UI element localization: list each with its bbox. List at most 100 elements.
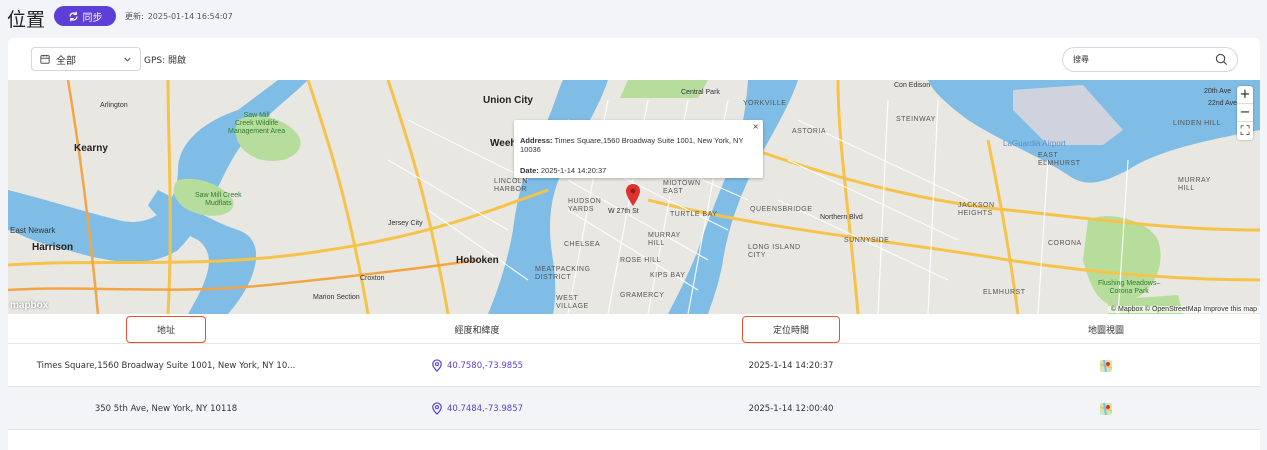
map-label-steinway: STEINWAY	[896, 116, 936, 123]
calendar-icon	[40, 54, 50, 64]
row-address: Times Square,1560 Broadway Suite 1001, N…	[36, 360, 296, 371]
map-label-croxton: Croxton	[360, 275, 385, 282]
map-label-hoboken: Hoboken	[456, 255, 499, 266]
map-label-linden-hill: LINDEN HILL	[1173, 120, 1221, 127]
gps-status: GPS: 開啟	[144, 56, 187, 66]
row-map-view	[952, 344, 1260, 387]
map-label-jersey-city: Jersey City	[388, 220, 423, 227]
row-coords: 40.7484,-73.9857	[324, 387, 630, 430]
map-label-central-park: Central Park	[681, 89, 720, 96]
map-label-lincoln-harbor: LINCOLN HARBOR	[494, 178, 528, 194]
map-label-flushing-meadows: Flushing Meadows– Corona Park	[1098, 280, 1161, 296]
location-card: 全部 GPS: 開啟 搜尋 Union City Kearny Harrison…	[8, 38, 1260, 450]
location-marker-icon	[432, 402, 442, 415]
map-label-hudson-yards: HUDSON YARDS	[568, 198, 602, 214]
popup-address-label: Address:	[520, 136, 553, 145]
map-label-kearny: Kearny	[74, 143, 108, 154]
location-pin-icon[interactable]	[626, 184, 640, 206]
sync-button[interactable]: 同步	[54, 6, 116, 26]
map-label-east-elmhurst: EAST ELMHURST	[1038, 152, 1081, 168]
column-header-map-view: 地圖視圖	[1087, 325, 1124, 336]
map-label-corona: CORONA	[1048, 240, 1082, 247]
column-header-time-label: 定位時間	[741, 315, 840, 343]
location-table: 地址 經度和緯度 定位時間 地圖視圖 Times Square,1560 Bro…	[8, 314, 1260, 430]
map-label-w-27th: W 27th St	[608, 208, 639, 215]
map-label-weeh: Weeh	[490, 138, 517, 149]
popup-address-value: Times Square,1560 Broadway Suite 1001, N…	[520, 136, 744, 154]
chevron-down-icon	[124, 57, 131, 62]
zoom-out-button[interactable]: −	[1237, 104, 1253, 122]
updated-time: 2025-01-14 16:54:07	[147, 12, 233, 21]
row-address: 350 5th Ave, New York, NY 10118	[94, 403, 238, 414]
range-select[interactable]: 全部	[31, 47, 141, 71]
coords-link[interactable]: 40.7484,-73.9857	[431, 402, 523, 415]
map-label-midtown-east: MIDTOWN EAST	[663, 180, 701, 196]
map-label-sunnyside: SUNNYSIDE	[844, 237, 890, 244]
map-label-kips-bay: KIPS BAY	[650, 272, 686, 279]
map-label-long-island-city: LONG ISLAND CITY	[748, 244, 801, 260]
map-label-arlington: Arlington	[100, 102, 128, 109]
map-label-murray-hill: MURRAY HILL	[648, 232, 681, 248]
map-label-queensbridge: QUEENSBRIDGE	[750, 206, 813, 213]
column-header-coords: 經度和緯度	[454, 325, 500, 336]
map-label-murray-hill-queens: MURRAY HILL	[1178, 177, 1211, 193]
updated-label: 更新:	[125, 12, 144, 21]
row-time: 2025-1-14 14:20:37	[748, 360, 834, 371]
map-label-east-newark: East Newark	[10, 226, 56, 235]
map-label-yorkville: YORKVILLE	[743, 100, 787, 107]
map-label-chelsea: CHELSEA	[564, 241, 601, 248]
table-header: 地址 經度和緯度 定位時間 地圖視圖	[8, 314, 1260, 344]
map-attribution[interactable]: © Mapbox © OpenStreetMap Improve this ma…	[1107, 306, 1260, 313]
table-row: 350 5th Ave, New York, NY 10118 40.7484,…	[8, 387, 1260, 430]
sync-label: 同步	[82, 12, 103, 24]
search-input[interactable]	[1073, 55, 1213, 64]
map-label-laguardia: LaGuardia Airport	[1003, 139, 1066, 148]
map-label-west-village: WEST VILLAGE	[556, 295, 589, 311]
last-updated: 更新: 2025-01-14 16:54:07	[125, 11, 233, 22]
map-label-northern-blvd: Northern Blvd	[820, 214, 863, 221]
table-row: Times Square,1560 Broadway Suite 1001, N…	[8, 344, 1260, 387]
map-label-turtle-bay: TURTLE BAY	[670, 211, 718, 218]
mapbox-logo[interactable]: mapbox	[10, 300, 48, 311]
row-coords: 40.7580,-73.9855	[324, 344, 630, 387]
column-header-address-label: 地址	[125, 315, 206, 343]
map-label-22nd-ave: 22nd Ave	[1208, 100, 1238, 107]
popup-address: Address: Times Square,1560 Broadway Suit…	[520, 136, 763, 154]
map-label-union-city: Union City	[483, 95, 533, 106]
map-controls: + − ⛶	[1237, 86, 1253, 140]
map-label-saw-mill-mudflats: Saw Mill Creek Mudflats	[195, 192, 242, 208]
popup-date-value: 2025-1-14 14:20:37	[540, 166, 607, 175]
zoom-in-button[interactable]: +	[1237, 86, 1253, 104]
sync-icon	[68, 11, 78, 21]
coords-value: 40.7580,-73.9855	[446, 360, 524, 371]
popup-close-icon[interactable]: ×	[752, 122, 759, 131]
map-popup: × Address: Times Square,1560 Broadway Su…	[514, 120, 763, 178]
coords-link[interactable]: 40.7580,-73.9855	[431, 359, 523, 372]
search-icon[interactable]	[1215, 53, 1228, 66]
map-label-elmhurst: ELMHURST	[983, 289, 1026, 296]
coords-value: 40.7484,-73.9857	[446, 403, 524, 414]
map-label-rose-hill: ROSE HILL	[620, 257, 662, 264]
map-label-jackson-heights: JACKSON HEIGHTS	[958, 202, 995, 218]
row-time: 2025-1-14 12:00:40	[748, 403, 834, 414]
map-label-con-edison: Con Edison	[894, 82, 931, 89]
location-map[interactable]: Union City Kearny Harrison East Newark H…	[8, 80, 1260, 314]
page-title: 位置	[7, 9, 46, 31]
map-label-harrison: Harrison	[32, 242, 74, 253]
map-thumbnail-icon[interactable]	[1100, 402, 1112, 415]
column-header-time: 定位時間	[630, 314, 952, 344]
map-label-saw-mill-wildlife: Saw Mill Creek Wildlife Management Area	[228, 112, 286, 136]
popup-date: Date: 2025-1-14 14:20:37	[520, 166, 763, 175]
range-select-value: 全部	[56, 55, 76, 67]
map-label-meatpacking: MEATPACKING DISTRICT	[535, 266, 591, 282]
map-label-gramercy: GRAMERCY	[620, 292, 665, 299]
toolbar: 全部 GPS: 開啟	[8, 38, 1260, 80]
map-label-marion-section: Marion Section	[313, 294, 360, 301]
search-box[interactable]	[1062, 47, 1238, 72]
page-header: 位置 同步 更新: 2025-01-14 16:54:07	[0, 0, 1267, 32]
map-label-20th-ave: 20th Ave	[1204, 88, 1232, 95]
row-map-view	[952, 387, 1260, 430]
location-marker-icon	[432, 359, 442, 372]
fullscreen-button[interactable]: ⛶	[1237, 122, 1253, 140]
map-thumbnail-icon[interactable]	[1100, 359, 1112, 372]
